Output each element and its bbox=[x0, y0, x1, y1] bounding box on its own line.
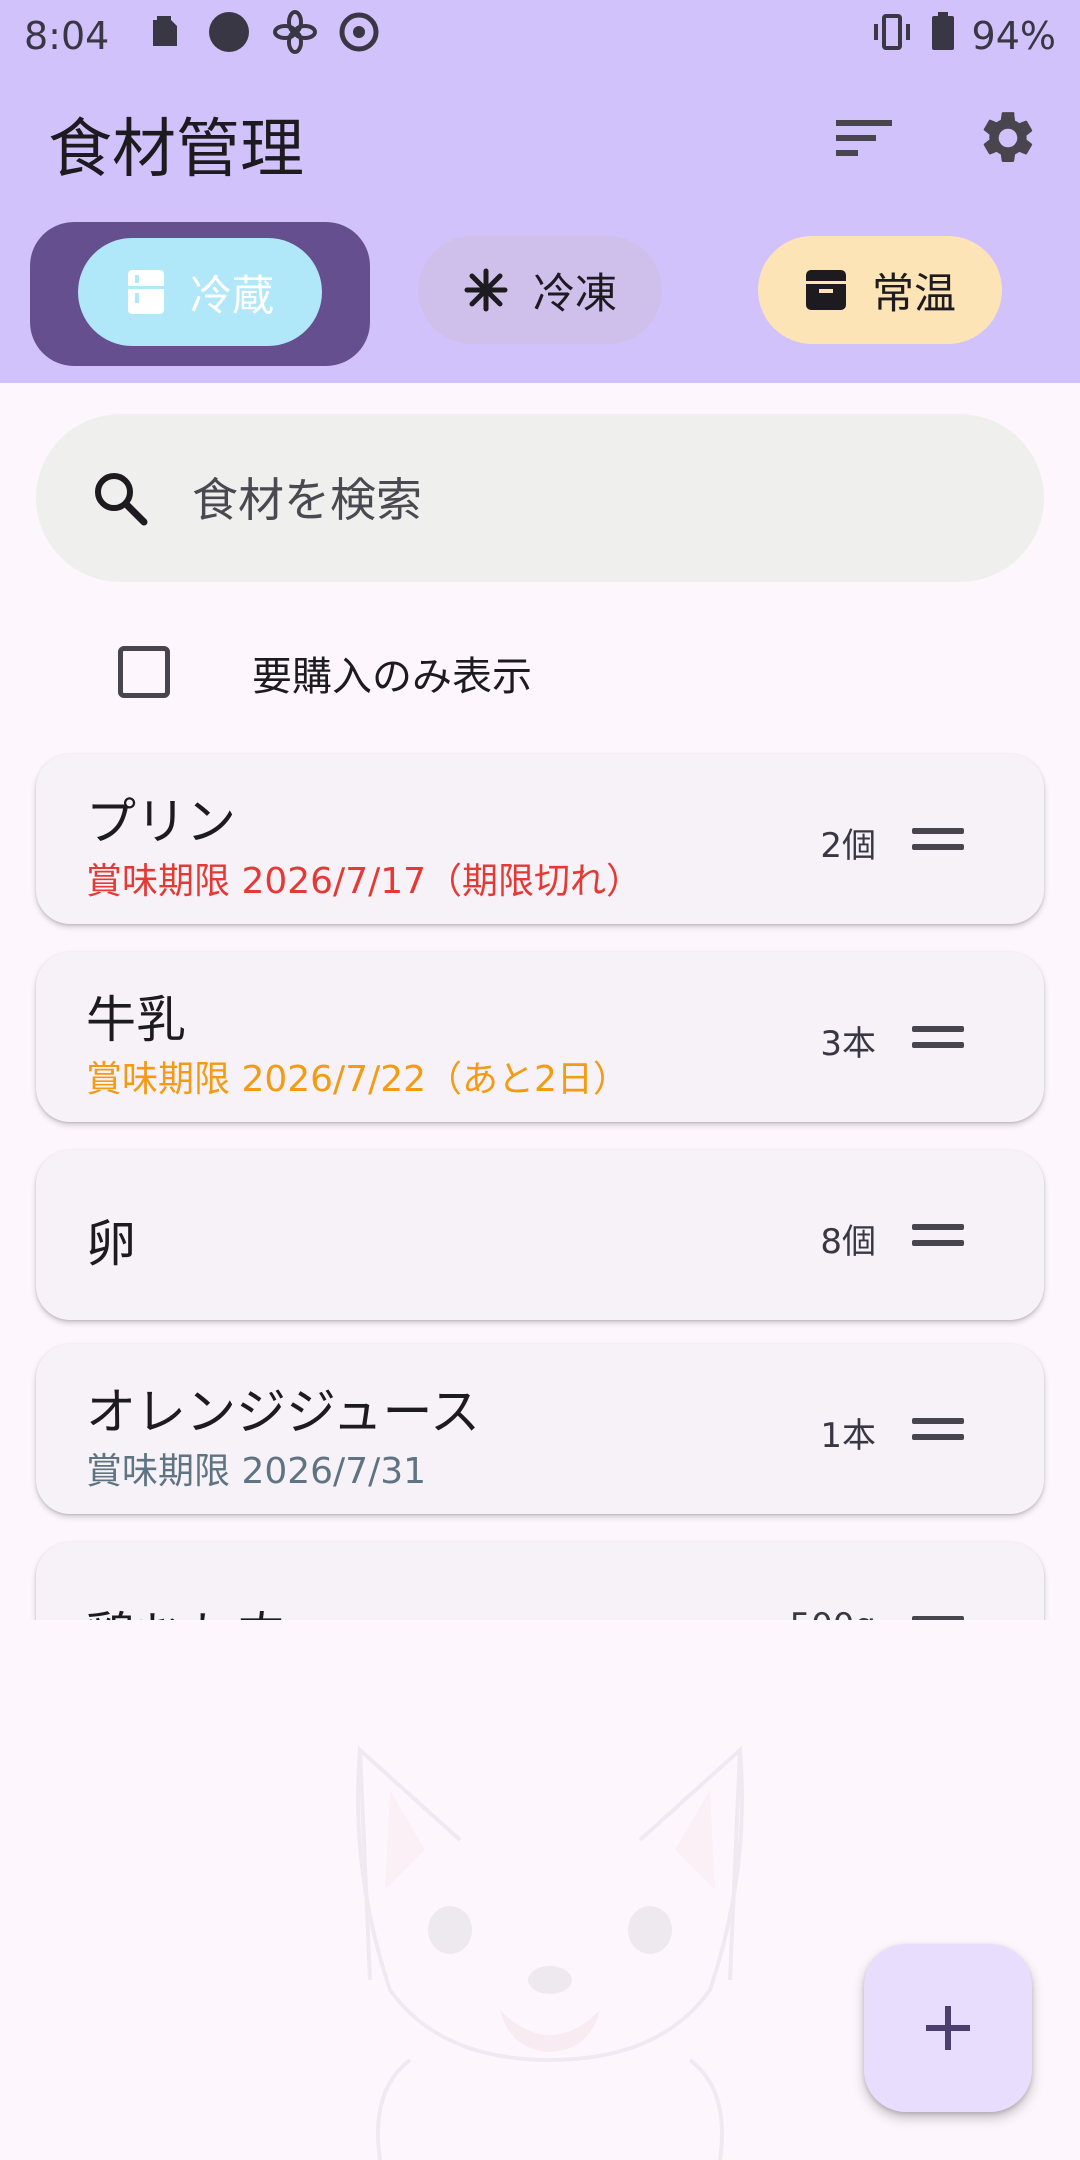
needs-purchase-label[interactable]: 要購入のみ表示 bbox=[252, 644, 532, 702]
settings-button[interactable] bbox=[960, 90, 1056, 186]
tab-room-temp[interactable]: 常温 bbox=[758, 236, 1002, 344]
search-icon bbox=[78, 456, 162, 540]
vibrate-icon bbox=[870, 12, 914, 61]
battery-level: 94% bbox=[971, 14, 1056, 58]
battery-icon bbox=[930, 11, 956, 61]
item-name: 鶏むね肉 bbox=[86, 1596, 286, 1620]
drag-handle-icon[interactable] bbox=[912, 1026, 964, 1050]
search-input[interactable]: 食材を検索 bbox=[36, 414, 1044, 582]
gear-icon bbox=[983, 112, 1033, 162]
circle-icon bbox=[207, 10, 251, 63]
item-quantity: 2個 bbox=[820, 826, 876, 866]
search-placeholder: 食材を検索 bbox=[192, 473, 422, 527]
status-bar: 8:04 94% bbox=[0, 0, 1080, 72]
filter-row: 要購入のみ表示 bbox=[0, 620, 1080, 720]
fan-icon bbox=[273, 9, 318, 63]
header: 8:04 94% 食材管理 冷蔵 冷凍 常温 bbox=[0, 0, 1080, 383]
item-name: 卵 bbox=[86, 1215, 136, 1273]
drag-handle-icon[interactable] bbox=[912, 828, 964, 852]
list-item[interactable]: オレンジジュース 賞味期限 2026/7/31 1本 bbox=[36, 1344, 1044, 1514]
fridge-icon bbox=[127, 270, 164, 314]
app-bar: 食材管理 bbox=[0, 72, 1080, 204]
drag-handle-icon[interactable] bbox=[912, 1616, 964, 1620]
list-item[interactable]: 卵 8個 bbox=[36, 1150, 1044, 1320]
app-screen: 8:04 94% 食材管理 冷蔵 冷凍 常温 食材を検索 要購入のみ表示 プリン… bbox=[0, 0, 1080, 2160]
item-quantity: 8個 bbox=[820, 1222, 876, 1262]
page-title: 食材管理 bbox=[48, 113, 304, 187]
list-item[interactable]: 鶏むね肉 500g bbox=[36, 1542, 1044, 1620]
item-quantity: 3本 bbox=[820, 1024, 876, 1064]
tab-fridge-label: 冷蔵 bbox=[189, 270, 274, 320]
tab-room-temp-label: 常温 bbox=[871, 268, 956, 318]
item-expiry: 賞味期限 2026/7/31 bbox=[86, 1451, 427, 1492]
tab-freezer[interactable]: 冷凍 bbox=[418, 236, 662, 344]
add-item-button[interactable] bbox=[864, 1944, 1032, 2112]
list-item[interactable]: プリン 賞味期限 2026/7/17（期限切れ） 2個 bbox=[36, 754, 1044, 924]
dog-mascot-illustration bbox=[356, 1745, 744, 2160]
snowflake-icon bbox=[464, 268, 508, 312]
item-expiry: 賞味期限 2026/7/22（あと2日） bbox=[86, 1059, 629, 1100]
sort-icon bbox=[836, 120, 892, 156]
item-name: プリン bbox=[86, 793, 236, 851]
food-list: プリン 賞味期限 2026/7/17（期限切れ） 2個 牛乳 賞味期限 2026… bbox=[0, 740, 1080, 1620]
drag-handle-icon[interactable] bbox=[912, 1418, 964, 1442]
drag-handle-icon[interactable] bbox=[912, 1224, 964, 1248]
chrome-icon bbox=[339, 12, 379, 61]
item-name: オレンジジュース bbox=[86, 1383, 480, 1441]
plus-icon bbox=[926, 2006, 970, 2050]
needs-purchase-checkbox[interactable] bbox=[118, 646, 170, 698]
notification-icon bbox=[145, 12, 185, 61]
item-quantity: 1本 bbox=[820, 1416, 876, 1456]
item-quantity: 500g bbox=[790, 1606, 876, 1620]
tab-fridge[interactable]: 冷蔵 bbox=[78, 238, 322, 346]
status-time: 8:04 bbox=[24, 14, 110, 58]
archive-box-icon bbox=[805, 270, 846, 310]
sort-button[interactable] bbox=[816, 90, 912, 186]
tab-freezer-label: 冷凍 bbox=[532, 268, 617, 318]
list-item[interactable]: 牛乳 賞味期限 2026/7/22（あと2日） 3本 bbox=[36, 952, 1044, 1122]
item-expiry: 賞味期限 2026/7/17（期限切れ） bbox=[86, 861, 643, 902]
item-name: 牛乳 bbox=[86, 991, 186, 1049]
storage-tabs: 冷蔵 冷凍 常温 bbox=[0, 220, 1080, 370]
